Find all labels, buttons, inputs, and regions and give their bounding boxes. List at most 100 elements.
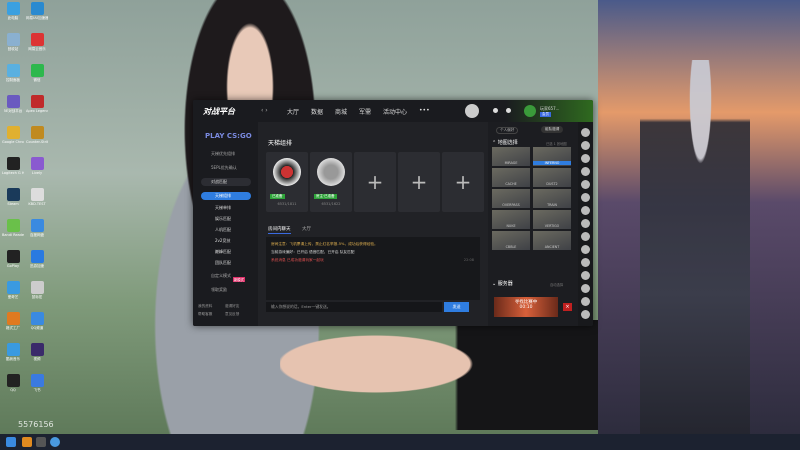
desktop-icon[interactable]: Bandi Reader <box>2 219 24 243</box>
sidebar-item[interactable]: 领取奖励 <box>201 286 251 294</box>
footer-invite[interactable]: 邀请好友 <box>225 304 239 309</box>
sidebar-item[interactable]: 娱乐匹配 <box>201 215 251 223</box>
desktop-icon[interactable]: 控制面板 <box>2 64 24 88</box>
sidebar-item[interactable]: 天梯组排 <box>201 192 251 200</box>
desktop-icon[interactable]: 回收站 <box>2 33 24 57</box>
desktop-icon[interactable]: QQ <box>2 374 24 398</box>
friend-avatar-icon[interactable] <box>581 271 590 280</box>
friend-avatar-icon[interactable] <box>581 219 590 228</box>
map-option[interactable]: INFERNO <box>533 147 571 166</box>
desktop-icon[interactable]: 迅游加速 <box>26 250 48 274</box>
desktop-icon[interactable]: 飞书 <box>26 374 48 398</box>
invite-slot[interactable]: + <box>398 152 440 212</box>
member-card[interactable]: 房主·已准备 6531/1622 <box>310 152 352 212</box>
footer-help[interactable]: 帮助客服 <box>198 312 212 317</box>
desktop-icon[interactable]: 百度网盘 <box>26 219 48 243</box>
map-select-title[interactable]: ⌃ 地图选择 <box>492 139 518 146</box>
game-title[interactable]: PLAY CS:GO <box>205 132 252 140</box>
nav-supply[interactable]: 军需 <box>359 107 371 116</box>
map-option[interactable]: DUST2 <box>533 168 571 187</box>
chat-input[interactable]: 输入你想说的话，Enter一键发送。 <box>266 302 442 312</box>
friend-avatar-icon[interactable] <box>581 154 590 163</box>
friend-avatar-icon[interactable] <box>581 258 590 267</box>
desktop-icon[interactable]: 网易云音乐 <box>26 33 48 57</box>
desktop-icon[interactable]: QQ频道 <box>26 312 48 336</box>
preference-button[interactable]: 个人偏好 <box>496 127 519 134</box>
back-button[interactable]: ‹ › <box>261 107 268 114</box>
taskbar-app-icon[interactable] <box>36 437 46 447</box>
friend-avatar-icon[interactable] <box>581 128 590 137</box>
member-card[interactable]: 已准备 6531/1811 <box>266 152 308 212</box>
desktop-icon[interactable]: 酷我音乐 <box>2 343 24 367</box>
invite-team-button[interactable]: 组队邀请 <box>541 126 564 133</box>
sidebar-item[interactable]: 对战匹配 <box>201 178 251 186</box>
desktop-icon[interactable]: 视频 <box>26 343 48 367</box>
friends-column <box>578 122 593 326</box>
tab-lobby-chat[interactable]: 大厅 <box>302 226 311 232</box>
map-option[interactable]: NUKE <box>492 210 530 229</box>
map-option[interactable]: VERTIGO <box>533 210 571 229</box>
friend-avatar-icon[interactable] <box>581 180 590 189</box>
map-option[interactable]: CBBLE <box>492 231 530 250</box>
rank-badge-icon[interactable] <box>465 104 479 118</box>
sidebar-item[interactable]: 2v2竞技 <box>201 237 251 245</box>
friend-avatar-icon[interactable] <box>581 206 590 215</box>
invite-slot[interactable]: + <box>442 152 484 212</box>
friend-avatar-icon[interactable] <box>581 310 590 319</box>
start-icon[interactable] <box>6 437 16 447</box>
user-avatar[interactable] <box>524 105 536 117</box>
matchmaking-status[interactable]: 寻找比赛中 00:10 <box>494 297 558 317</box>
taskbar-app-icon[interactable] <box>50 437 60 447</box>
sidebar-item[interactable]: 天梯优先组排 <box>201 150 251 158</box>
map-option[interactable]: CACHE <box>492 168 530 187</box>
nav-events[interactable]: 活动中心 <box>383 107 407 116</box>
desktop-icon[interactable]: 此电脑 <box>2 2 24 26</box>
desktop-icon[interactable]: 爱奇艺 <box>2 281 24 305</box>
desktop-icon[interactable]: Apex Legends <box>26 95 48 119</box>
desktop-icon[interactable]: GoPlay <box>2 250 24 274</box>
map-option[interactable]: ANCIENT <box>533 231 571 250</box>
desktop-icon[interactable]: 微信 <box>26 64 48 88</box>
friend-avatar-icon[interactable] <box>581 284 590 293</box>
friend-avatar-icon[interactable] <box>581 245 590 254</box>
desktop-icon[interactable]: Google Chrome <box>2 126 24 150</box>
desktop-icon[interactable]: Counter-Strike Global Off... <box>26 126 48 150</box>
taskbar-app-icon[interactable] <box>22 437 32 447</box>
server-title[interactable]: ⌄ 服务器 <box>492 280 513 287</box>
cancel-search-button[interactable]: × <box>563 303 572 311</box>
footer-feedback[interactable]: 意见反馈 <box>225 312 239 317</box>
more-button[interactable]: ••• <box>419 107 430 114</box>
friend-avatar-icon[interactable] <box>581 297 590 306</box>
desktop-icon[interactable]: Logitech G HUB <box>2 157 24 181</box>
desktop-icon[interactable]: 网易UU加速器 <box>26 2 48 26</box>
desktop-icon[interactable]: Steam <box>2 188 24 212</box>
sidebar-item[interactable]: 天梯单排 <box>201 204 251 212</box>
map-option[interactable]: TRAIN <box>533 189 571 208</box>
nav-shop[interactable]: 商城 <box>335 107 347 116</box>
desktop-icon[interactable]: Lively <box>26 157 48 181</box>
map-option[interactable]: OVERPASS <box>492 189 530 208</box>
friend-avatar-icon[interactable] <box>581 193 590 202</box>
message-icon[interactable] <box>506 108 511 113</box>
desktop-icon-label: 飞书 <box>33 388 41 392</box>
desktop-icon[interactable]: 格式工厂 <box>2 312 24 336</box>
map-option[interactable]: MIRAGE <box>492 147 530 166</box>
sidebar-item[interactable]: 人机匹配 <box>201 226 251 234</box>
nav-data[interactable]: 数据 <box>311 107 323 116</box>
sidebar-item[interactable]: 5EPL优先确认 <box>201 164 251 172</box>
sidebar-item[interactable]: 团队匹配 <box>201 259 251 267</box>
send-button[interactable]: 发送 <box>444 302 469 312</box>
footer-profile[interactable]: 我的资料 <box>198 304 212 309</box>
notification-icon[interactable] <box>493 108 498 113</box>
desktop-icon[interactable]: 鼠标宏 <box>26 281 48 305</box>
invite-slot[interactable]: + <box>354 152 396 212</box>
tab-room-chat[interactable]: 房间内聊天 <box>268 226 291 234</box>
friend-avatar-icon[interactable] <box>581 167 590 176</box>
sidebar-item[interactable]: 自定义模式 <box>201 272 251 280</box>
friend-avatar-icon[interactable] <box>581 232 590 241</box>
desktop-icon[interactable]: KBD.TEST <box>26 188 48 212</box>
desktop-icon[interactable]: 5E对战平台 <box>2 95 24 119</box>
nav-lobby[interactable]: 大厅 <box>287 107 299 116</box>
sidebar-item[interactable]: 巅峰匹配 <box>201 248 251 256</box>
friend-avatar-icon[interactable] <box>581 141 590 150</box>
